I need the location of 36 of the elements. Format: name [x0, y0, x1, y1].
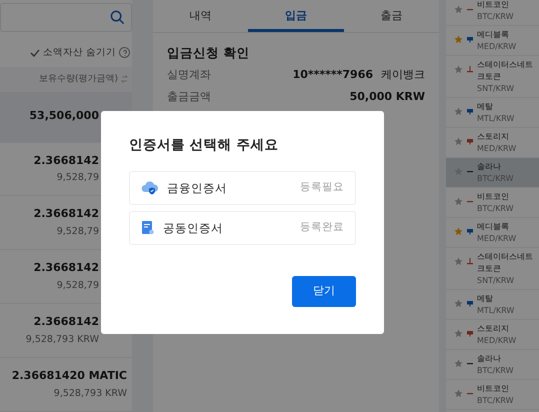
- status-label: 등록필요: [300, 180, 344, 196]
- coin-pair: MED/KRW: [477, 335, 516, 346]
- coin-pair: BTC/KRW: [477, 365, 514, 376]
- coin-name: 솔라나: [477, 161, 502, 173]
- coin-name: 크토큰: [477, 263, 502, 275]
- coin-name: 솔라나: [477, 353, 502, 365]
- coin-pair: BTC/KRW: [477, 11, 514, 22]
- field-value: 50,000 KRW: [350, 89, 425, 106]
- coin-name: 비트코인: [477, 191, 510, 203]
- coin-pair: SNT/KRW: [477, 83, 516, 94]
- dialog-title: 인증서를 선택해 주세요: [129, 136, 280, 155]
- coin-name: 비트코인: [477, 0, 510, 11]
- section-title: 입금신청 확인: [166, 45, 250, 60]
- coin-name: 크토큰: [477, 71, 502, 83]
- coin-name: 스테이터스네트: [477, 251, 533, 263]
- coin-name: 메탈: [477, 101, 494, 113]
- coin-name: 스토리지: [477, 323, 510, 335]
- coin-name: 메디블록: [477, 29, 510, 41]
- coin-pair: BTC/KRW: [477, 203, 514, 214]
- bank-name: 케이뱅크: [381, 67, 425, 84]
- status-label: 등록완료: [300, 220, 344, 236]
- coin-name: 메디블록: [477, 221, 510, 233]
- field-label: 실명계좌: [167, 67, 211, 84]
- coin-pair: BTC/KRW: [477, 395, 514, 406]
- field-label: 출금금액: [167, 89, 211, 106]
- coin-name: 스토리지: [477, 131, 510, 143]
- field-value: 10******7966: [292, 67, 373, 84]
- coin-pair: MED/KRW: [477, 233, 516, 244]
- coin-pair: MED/KRW: [477, 41, 516, 52]
- coin-pair: SNT/KRW: [477, 275, 516, 286]
- coin-pair: MTL/KRW: [477, 305, 514, 316]
- coin-name: 비트코인: [477, 383, 510, 395]
- coin-pair: MTL/KRW: [477, 113, 514, 124]
- coin-pair: MED/KRW: [477, 143, 516, 154]
- coin-name: 스테이터스네트: [477, 59, 533, 71]
- coin-name: 메탈: [477, 293, 494, 305]
